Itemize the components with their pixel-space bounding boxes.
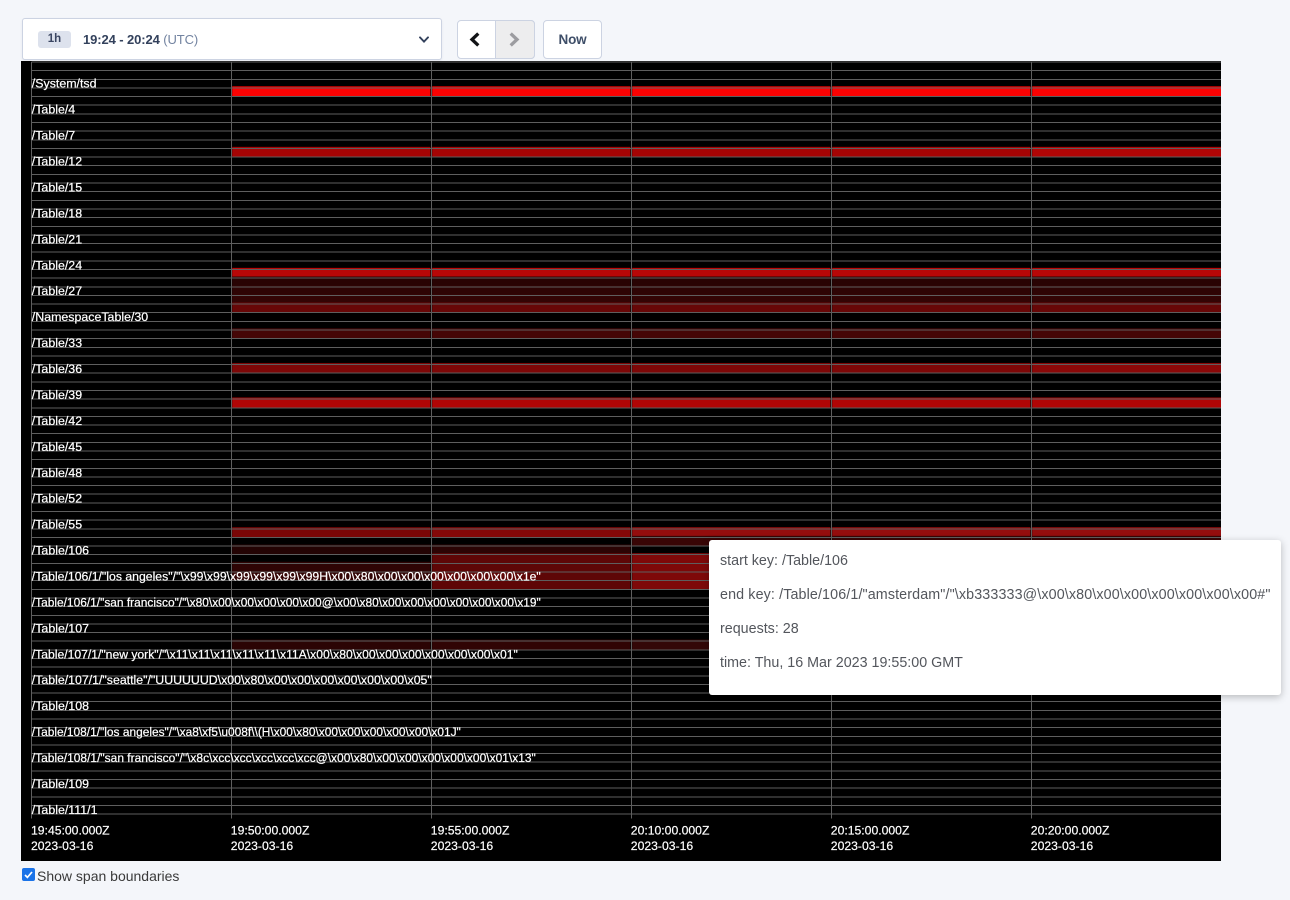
svg-text:2023-03-16: 2023-03-16 (31, 839, 94, 853)
svg-text:/Table/55: /Table/55 (32, 518, 82, 532)
svg-text:/Table/42: /Table/42 (32, 414, 82, 428)
svg-text:/System/tsd: /System/tsd (32, 77, 97, 91)
svg-text:2023-03-16: 2023-03-16 (1031, 839, 1094, 853)
svg-text:2023-03-16: 2023-03-16 (831, 839, 894, 853)
svg-text:/Table/109: /Table/109 (32, 777, 89, 791)
svg-text:/Table/4: /Table/4 (32, 103, 76, 117)
svg-text:/Table/48: /Table/48 (32, 466, 82, 480)
svg-text:/Table/52: /Table/52 (32, 492, 82, 506)
svg-text:/Table/108/1/"los angeles"/"\x: /Table/108/1/"los angeles"/"\xa8\xf5\u00… (32, 725, 461, 739)
svg-text:20:10:00.000Z: 20:10:00.000Z (631, 824, 710, 838)
svg-text:19:45:00.000Z: 19:45:00.000Z (31, 824, 110, 838)
svg-text:/Table/39: /Table/39 (32, 388, 82, 402)
svg-text:/Table/107: /Table/107 (32, 621, 89, 635)
svg-text:19:55:00.000Z: 19:55:00.000Z (431, 824, 510, 838)
svg-text:/Table/18: /Table/18 (32, 206, 82, 220)
svg-text:/Table/107/1/"new york"/"\x11\: /Table/107/1/"new york"/"\x11\x11\x11\x1… (32, 647, 518, 661)
svg-text:2023-03-16: 2023-03-16 (631, 839, 694, 853)
svg-text:/Table/108: /Table/108 (32, 699, 89, 713)
svg-text:/Table/21: /Table/21 (32, 232, 82, 246)
svg-text:20:20:00.000Z: 20:20:00.000Z (1031, 824, 1110, 838)
svg-text:2023-03-16: 2023-03-16 (431, 839, 494, 853)
svg-text:/Table/27: /Table/27 (32, 284, 82, 298)
svg-text:/Table/106/1/"los angeles"/"\x: /Table/106/1/"los angeles"/"\x99\x99\x99… (32, 569, 541, 583)
svg-text:/Table/36: /Table/36 (32, 362, 82, 376)
svg-text:/Table/12: /Table/12 (32, 155, 82, 169)
svg-text:19:50:00.000Z: 19:50:00.000Z (231, 824, 310, 838)
svg-text:/Table/108/1/"san francisco"/": /Table/108/1/"san francisco"/"\x8c\xcc\x… (32, 751, 536, 765)
svg-text:/Table/15: /Table/15 (32, 180, 82, 194)
svg-text:/Table/106/1/"san francisco"/": /Table/106/1/"san francisco"/"\x80\x00\x… (32, 595, 541, 609)
svg-text:/Table/7: /Table/7 (32, 129, 76, 143)
svg-text:/Table/33: /Table/33 (32, 336, 82, 350)
svg-text:2023-03-16: 2023-03-16 (231, 839, 294, 853)
svg-text:/Table/45: /Table/45 (32, 440, 82, 454)
svg-text:/Table/111/1: /Table/111/1 (32, 803, 98, 817)
svg-text:/Table/106: /Table/106 (32, 544, 89, 558)
svg-text:20:15:00.000Z: 20:15:00.000Z (831, 824, 910, 838)
svg-text:/Table/107/1/"seattle"/"UUUUUU: /Table/107/1/"seattle"/"UUUUUUD\x00\x80\… (32, 673, 432, 687)
svg-text:/NamespaceTable/30: /NamespaceTable/30 (32, 310, 149, 324)
svg-text:/Table/24: /Table/24 (32, 258, 82, 272)
